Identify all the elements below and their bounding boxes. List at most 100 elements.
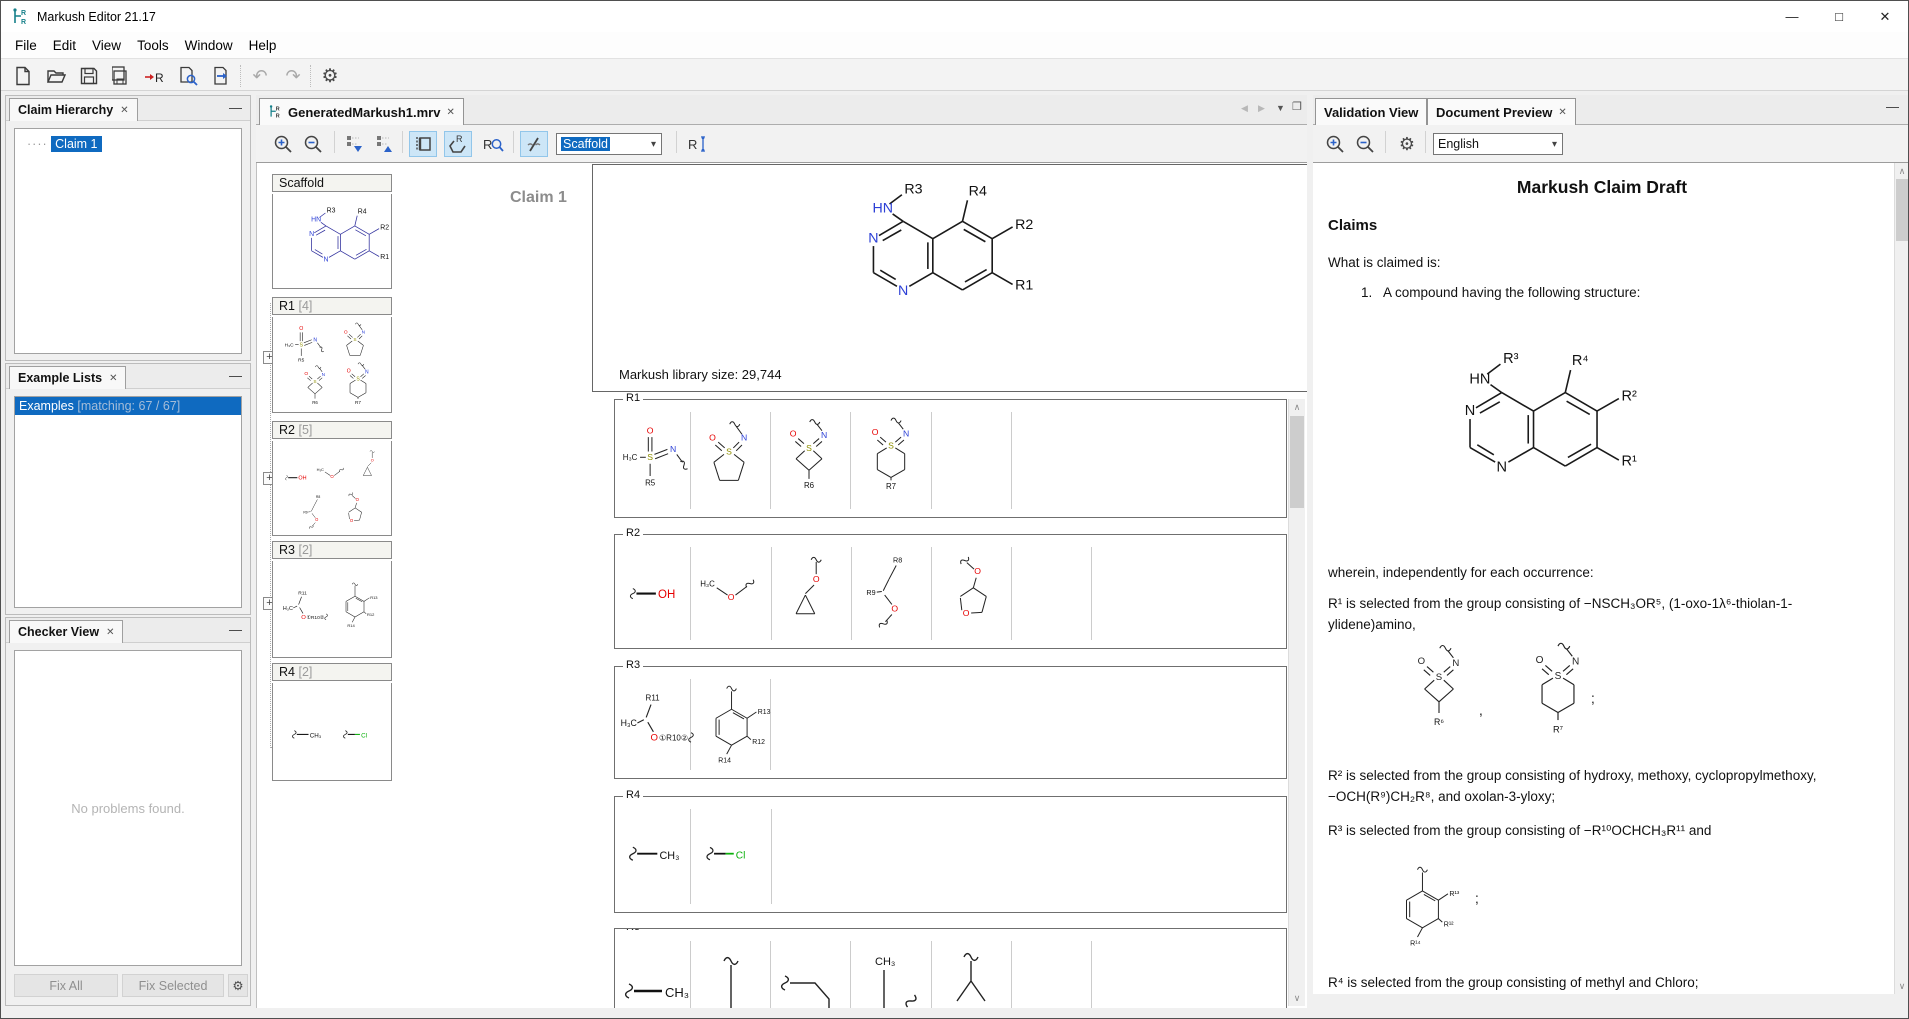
expand-all-button[interactable] [341, 131, 369, 157]
tabs-next-icon[interactable]: ▶ [1258, 103, 1265, 114]
check-document-button[interactable] [174, 63, 202, 89]
close-button[interactable]: ✕ [1862, 1, 1908, 32]
maximize-button[interactable]: □ [1816, 1, 1862, 32]
tab-checker-view[interactable]: Checker View ✕ [9, 620, 123, 643]
scrollbar-thumb[interactable] [1290, 416, 1304, 508]
scroll-down-icon[interactable]: ∨ [1895, 978, 1909, 994]
thumb-r1[interactable] [272, 317, 392, 413]
redo-button[interactable]: ↷ [279, 63, 307, 89]
r2-structure-4[interactable] [853, 541, 925, 639]
toggle-panel-view-button[interactable] [409, 131, 437, 157]
rgroup-bridge-button[interactable]: R [684, 131, 712, 157]
r3-structure-2[interactable] [697, 671, 773, 771]
view-mode-combobox[interactable]: Scaffold ▾ [556, 133, 662, 155]
panel-collapse-button[interactable]: — [229, 100, 242, 115]
save-button[interactable] [75, 63, 103, 89]
fix-all-button[interactable]: Fix All [14, 974, 118, 997]
tab-generated-markush[interactable]: RR GeneratedMarkush1.mrv ✕ [259, 98, 464, 125]
tab-close-icon[interactable]: ✕ [446, 107, 454, 118]
tabs-list-icon[interactable]: ▼ [1276, 103, 1285, 113]
toggle-visibility-button[interactable] [520, 131, 548, 157]
r3-structure-1[interactable] [611, 677, 699, 769]
tabs-prev-icon[interactable]: ◀ [1241, 103, 1248, 114]
r5-structure-5[interactable] [933, 939, 1005, 1008]
r5-structure-3[interactable] [773, 939, 845, 1008]
r4-structure-2[interactable] [695, 813, 763, 893]
save-all-button[interactable] [108, 63, 136, 89]
minimize-button[interactable]: — [1769, 1, 1815, 32]
tab-document-preview[interactable]: Document Preview ✕ [1427, 98, 1576, 125]
menu-view[interactable]: View [84, 35, 129, 56]
tab-claim-hierarchy[interactable]: Claim Hierarchy ✕ [9, 98, 138, 121]
panel-collapse-button[interactable]: — [1886, 99, 1899, 114]
tab-validation-view[interactable]: Validation View [1315, 98, 1427, 125]
rgroup-panel-r1[interactable]: R1 [614, 399, 1287, 518]
fix-selected-button[interactable]: Fix Selected [122, 974, 224, 997]
scaffold-canvas[interactable]: Markush library size: 29,744 [592, 164, 1307, 392]
menu-bar: File Edit View Tools Window Help [1, 32, 1908, 58]
tab-close-icon[interactable]: ✕ [109, 373, 117, 384]
preview-scrollbar[interactable]: ∧ ∨ [1894, 163, 1909, 994]
r4-structure-1[interactable] [617, 813, 689, 893]
zoom-in-button[interactable] [269, 131, 297, 157]
r1-structure-4[interactable] [855, 408, 927, 508]
thumb-header-r3[interactable]: R3 [2] [272, 541, 392, 559]
settings-button[interactable]: ⚙ [316, 63, 344, 89]
menu-help[interactable]: Help [241, 35, 285, 56]
tree-item-claim1[interactable]: Claim 1 [51, 136, 101, 152]
collapse-all-button[interactable] [371, 131, 399, 157]
panel-collapse-button[interactable]: — [229, 622, 242, 637]
r1-structure-3[interactable] [773, 408, 845, 508]
r2-structure-1[interactable] [617, 541, 689, 639]
examples-row[interactable]: Examples [matching: 67 / 67] [15, 397, 241, 415]
tab-close-icon[interactable]: ✕ [1558, 107, 1566, 118]
thumb-r2[interactable] [272, 441, 392, 536]
scrollbar-thumb[interactable] [1896, 179, 1908, 241]
thumb-r3[interactable] [272, 561, 392, 658]
r2-structure-2[interactable] [693, 541, 765, 639]
rgroup-panel-r4[interactable]: R4 [614, 796, 1287, 913]
rgroup-panel-r3[interactable]: R3 [614, 666, 1287, 779]
r5-structure-2[interactable] [693, 939, 765, 1008]
thumb-header-r2[interactable]: R2 [5] [272, 421, 392, 439]
preview-zoom-in-button[interactable] [1321, 131, 1349, 157]
export-document-button[interactable] [207, 63, 235, 89]
rgroup-panel-r5[interactable]: R5 CH₃ CH₃ [614, 928, 1287, 1008]
scroll-up-icon[interactable]: ∧ [1289, 399, 1305, 415]
tab-close-icon[interactable]: ✕ [120, 105, 128, 116]
undo-button[interactable]: ↶ [246, 63, 274, 89]
scroll-down-icon[interactable]: ∨ [1289, 990, 1305, 1006]
r1-structure-2[interactable] [693, 408, 765, 508]
tab-example-lists[interactable]: Example Lists ✕ [9, 366, 126, 389]
menu-edit[interactable]: Edit [45, 35, 84, 56]
panel-collapse-button[interactable]: — [229, 368, 242, 383]
canvas-scrollbar[interactable]: ∧ ∨ [1288, 399, 1305, 1006]
r2-structure-5[interactable] [933, 541, 1005, 639]
thumb-header-r1[interactable]: R1 [4] [272, 297, 392, 315]
menu-tools[interactable]: Tools [129, 35, 177, 56]
tab-close-icon[interactable]: ✕ [106, 627, 114, 638]
toggle-rgroup-view-button[interactable]: R [444, 131, 472, 157]
float-pane-icon[interactable]: ❐ [1292, 100, 1302, 113]
zoom-out-button[interactable] [299, 131, 327, 157]
r5-structure-4[interactable]: CH₃ [853, 939, 925, 1008]
thumb-scaffold[interactable] [272, 194, 392, 289]
menu-file[interactable]: File [7, 35, 45, 56]
apply-rgroup-button[interactable]: R [141, 63, 169, 89]
open-button[interactable] [42, 63, 70, 89]
rgroup-panel-r2[interactable]: R2 [614, 534, 1287, 649]
preview-zoom-out-button[interactable] [1351, 131, 1379, 157]
preview-settings-button[interactable]: ⚙ [1393, 131, 1421, 157]
checker-settings-button[interactable]: ⚙ [228, 974, 248, 997]
new-document-button[interactable] [9, 63, 37, 89]
thumb-header-scaffold[interactable]: Scaffold [272, 174, 392, 192]
r1-structure-1[interactable] [617, 408, 689, 508]
language-combobox[interactable]: English ▾ [1433, 133, 1563, 155]
r5-structure-1[interactable]: CH₃ [617, 939, 689, 1008]
thumb-r4[interactable] [272, 683, 392, 781]
scroll-up-icon[interactable]: ∧ [1895, 163, 1909, 179]
menu-window[interactable]: Window [177, 35, 241, 56]
thumb-header-r4[interactable]: R4 [2] [272, 663, 392, 681]
r2-structure-3[interactable] [773, 541, 845, 639]
rgroup-query-button[interactable]: R [479, 131, 507, 157]
